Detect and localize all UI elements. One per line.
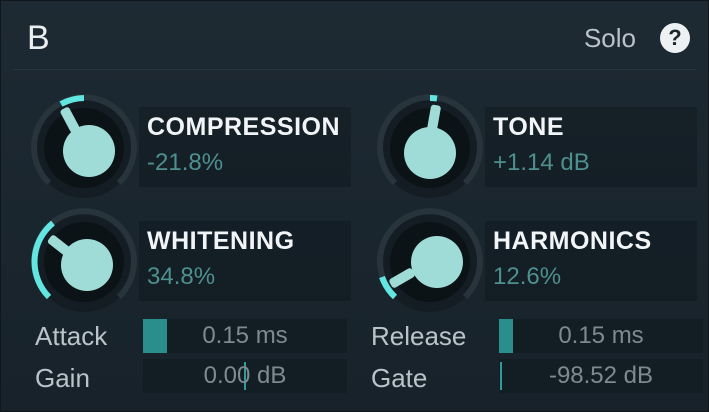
compression-label-box: COMPRESSION -21.8% (139, 107, 351, 187)
panel-header: B Solo ? (13, 9, 696, 70)
release-label: Release (371, 321, 467, 351)
gain-label: Gain (35, 363, 90, 393)
harmonics-name: HARMONICS (493, 227, 652, 255)
whitening-name: WHITENING (147, 227, 295, 255)
gain-value: 0.00 dB (203, 362, 287, 389)
harmonics-knob[interactable] (375, 207, 485, 317)
tone-name: TONE (493, 113, 564, 141)
compression-name: COMPRESSION (147, 113, 341, 141)
harmonics-value: 12.6% (493, 263, 562, 290)
harmonics-label-box: HARMONICS 12.6% (485, 221, 697, 301)
gate-value: -98.52 dB (548, 362, 654, 389)
compression-knob[interactable] (29, 93, 139, 203)
attack-value: 0.15 ms (202, 322, 288, 349)
whitening-knob[interactable] (29, 207, 139, 317)
gate-label: Gate (371, 363, 428, 393)
tone-knob[interactable] (375, 93, 485, 203)
whitening-value: 34.8% (147, 263, 216, 290)
attack-label: Attack (35, 321, 108, 351)
release-slider[interactable]: 0.15 ms (499, 319, 703, 353)
gain-slider[interactable]: 0.00 dB (143, 359, 347, 393)
tone-value: +1.14 dB (493, 149, 590, 176)
help-icon[interactable]: ? (660, 23, 690, 53)
compression-value: -21.8% (147, 149, 224, 176)
solo-button[interactable]: Solo (584, 23, 636, 54)
tone-label-box: TONE +1.14 dB (485, 107, 697, 187)
panel-title: B (27, 19, 50, 57)
whitening-label-box: WHITENING 34.8% (139, 221, 351, 301)
release-value: 0.15 ms (558, 322, 644, 349)
gate-slider[interactable]: -98.52 dB (499, 359, 703, 393)
attack-slider[interactable]: 0.15 ms (143, 319, 347, 353)
plugin-panel: B Solo ? COMPRESSION -21.8% TONE +1.14 d… (0, 0, 709, 412)
tone-knob-arc (429, 95, 438, 102)
